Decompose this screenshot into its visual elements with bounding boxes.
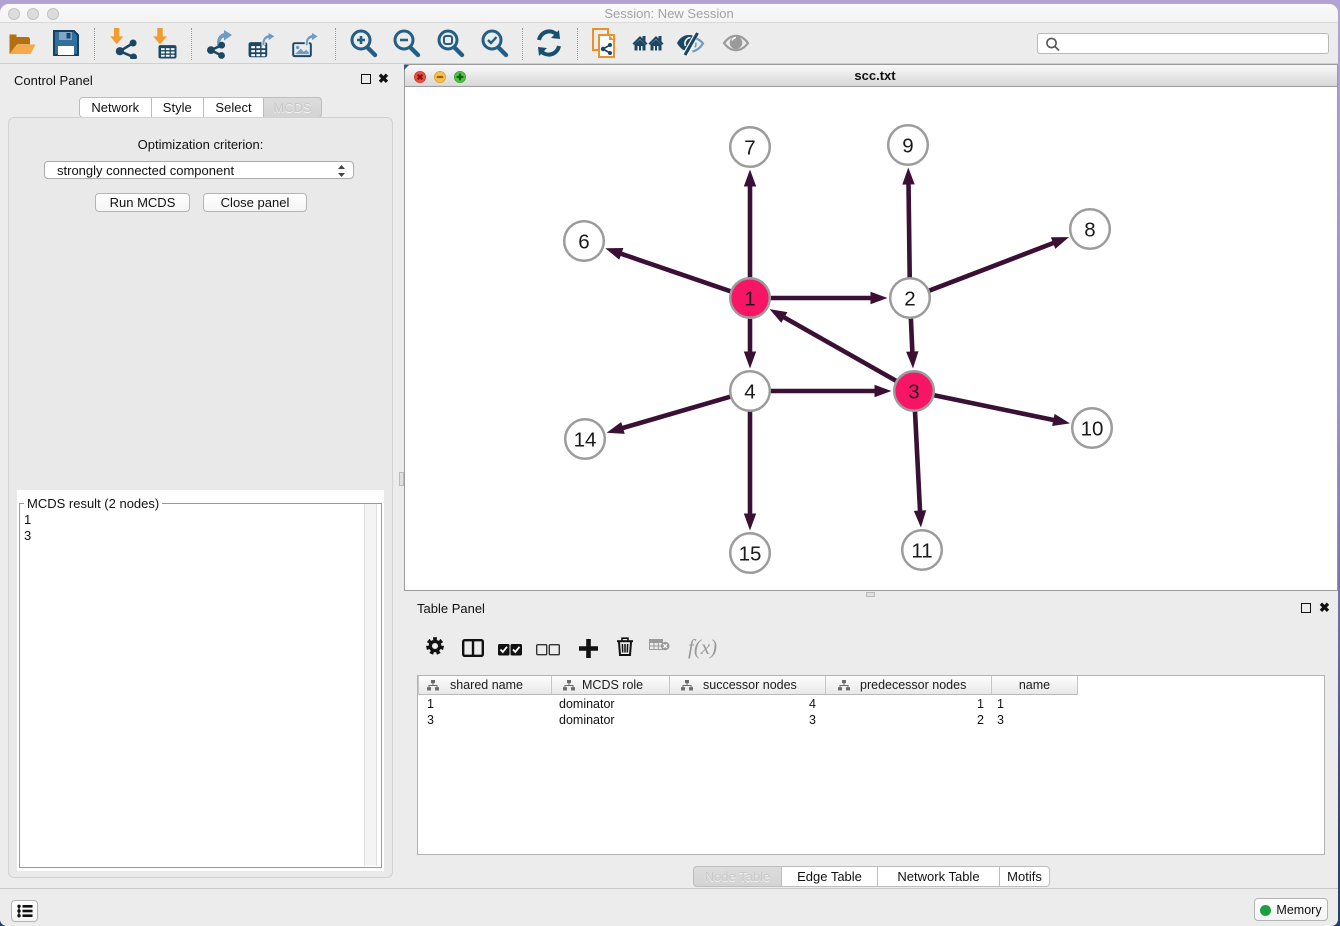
svg-text:10: 10: [1081, 417, 1104, 440]
svg-text:3: 3: [908, 380, 919, 403]
svg-text:1: 1: [744, 287, 755, 310]
svg-text:9: 9: [902, 134, 913, 157]
svg-text:14: 14: [574, 428, 597, 451]
svg-text:2: 2: [904, 287, 915, 310]
svg-text:15: 15: [739, 542, 762, 565]
svg-text:4: 4: [744, 380, 755, 403]
svg-text:8: 8: [1084, 218, 1095, 241]
svg-text:7: 7: [744, 136, 755, 159]
svg-text:6: 6: [578, 230, 589, 253]
svg-text:11: 11: [911, 539, 932, 562]
